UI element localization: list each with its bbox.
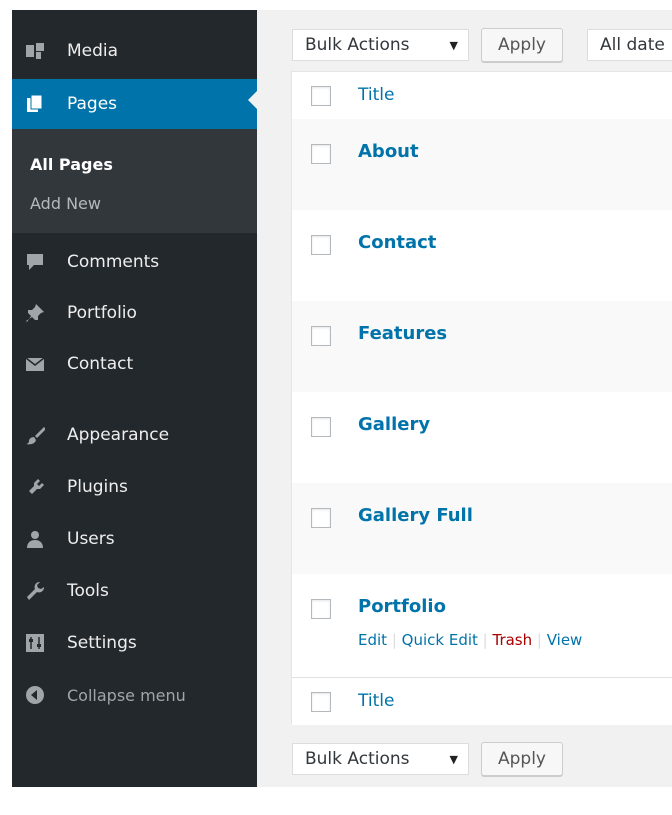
media-icon (25, 41, 45, 61)
bulk-actions-label: Bulk Actions (305, 749, 410, 769)
admin-sidebar: Media Pages All Pages Add New Comments P… (12, 10, 257, 787)
table-row: About (292, 119, 672, 210)
row-checkbox[interactable] (311, 144, 331, 164)
main-content: Bulk Actions ▼ Apply All date Title Abou… (257, 10, 672, 787)
date-filter-select[interactable]: All date (587, 29, 672, 61)
edit-link[interactable]: Edit (358, 631, 387, 649)
sidebar-item-label: Portfolio (67, 303, 137, 323)
sidebar-item-label: Users (67, 529, 115, 549)
select-all-checkbox[interactable] (311, 86, 331, 106)
page-title-link[interactable]: About (358, 141, 419, 162)
sidebar-item-label: Tools (67, 581, 109, 601)
bulk-actions-label: Bulk Actions (305, 35, 410, 55)
sidebar-item-label: Comments (67, 252, 160, 272)
collapse-menu-button[interactable]: Collapse menu (12, 675, 257, 715)
dropdown-arrow-icon: ▼ (449, 752, 458, 766)
table-header: Title (292, 72, 672, 120)
wrench-icon (25, 581, 45, 601)
table-footer: Title (292, 677, 672, 725)
sidebar-item-label: Pages (67, 94, 118, 114)
column-title-header[interactable]: Title (358, 85, 394, 105)
sidebar-item-label: Settings (67, 633, 137, 653)
submenu-all-pages[interactable]: All Pages (30, 155, 113, 174)
comments-icon (25, 252, 45, 272)
table-row: Gallery (292, 392, 672, 483)
row-checkbox[interactable] (311, 417, 331, 437)
sidebar-item-comments[interactable]: Comments (12, 242, 257, 282)
sidebar-item-label: Plugins (67, 477, 128, 497)
apply-button-bottom[interactable]: Apply (481, 742, 563, 776)
sidebar-item-media[interactable]: Media (12, 31, 257, 71)
page-title-link[interactable]: Gallery (358, 414, 430, 435)
bulk-actions-select-top[interactable]: Bulk Actions ▼ (292, 29, 469, 61)
users-icon (25, 529, 45, 549)
sidebar-item-tools[interactable]: Tools (12, 571, 257, 611)
row-checkbox[interactable] (311, 235, 331, 255)
pages-icon (25, 94, 45, 114)
select-all-checkbox-bottom[interactable] (311, 692, 331, 712)
table-row: Contact (292, 210, 672, 301)
table-row: Gallery Full (292, 483, 672, 574)
column-title-footer[interactable]: Title (358, 691, 394, 711)
brush-icon (25, 425, 45, 445)
sidebar-item-label: Media (67, 41, 119, 61)
view-link[interactable]: View (547, 631, 583, 649)
sidebar-item-users[interactable]: Users (12, 519, 257, 559)
sidebar-item-appearance[interactable]: Appearance (12, 415, 257, 455)
envelope-icon (25, 354, 45, 374)
page-title-link[interactable]: Contact (358, 232, 436, 253)
sidebar-item-plugins[interactable]: Plugins (12, 467, 257, 507)
trash-link[interactable]: Trash (492, 631, 532, 649)
pages-submenu: All Pages Add New (12, 129, 257, 233)
table-row: Portfolio Edit | Quick Edit | Trash | Vi… (292, 574, 672, 677)
row-checkbox[interactable] (311, 326, 331, 346)
sliders-icon (25, 633, 45, 653)
sidebar-item-contact[interactable]: Contact (12, 344, 257, 384)
sidebar-item-pages[interactable]: Pages (12, 79, 257, 129)
sidebar-item-label: Contact (67, 354, 134, 374)
date-filter-label: All date (600, 35, 665, 55)
pin-icon (25, 303, 45, 323)
apply-button-top[interactable]: Apply (481, 28, 563, 62)
bulk-actions-select-bottom[interactable]: Bulk Actions ▼ (292, 743, 469, 775)
sidebar-item-settings[interactable]: Settings (12, 623, 257, 663)
pages-table: Title About Contact Features Gallery Gal… (291, 71, 672, 725)
page-title-link[interactable]: Portfolio (358, 596, 446, 617)
sidebar-item-portfolio[interactable]: Portfolio (12, 293, 257, 333)
collapse-icon (25, 685, 45, 705)
collapse-menu-label: Collapse menu (67, 685, 186, 705)
quick-edit-link[interactable]: Quick Edit (402, 631, 478, 649)
plug-icon (25, 477, 45, 497)
page-title-link[interactable]: Features (358, 323, 447, 344)
row-checkbox[interactable] (311, 508, 331, 528)
page-title-link[interactable]: Gallery Full (358, 505, 473, 526)
table-row: Features (292, 301, 672, 392)
row-actions: Edit | Quick Edit | Trash | View (358, 631, 583, 649)
submenu-add-new[interactable]: Add New (30, 194, 101, 213)
sidebar-item-label: Appearance (67, 425, 170, 445)
dropdown-arrow-icon: ▼ (449, 38, 458, 52)
row-checkbox[interactable] (311, 599, 331, 619)
